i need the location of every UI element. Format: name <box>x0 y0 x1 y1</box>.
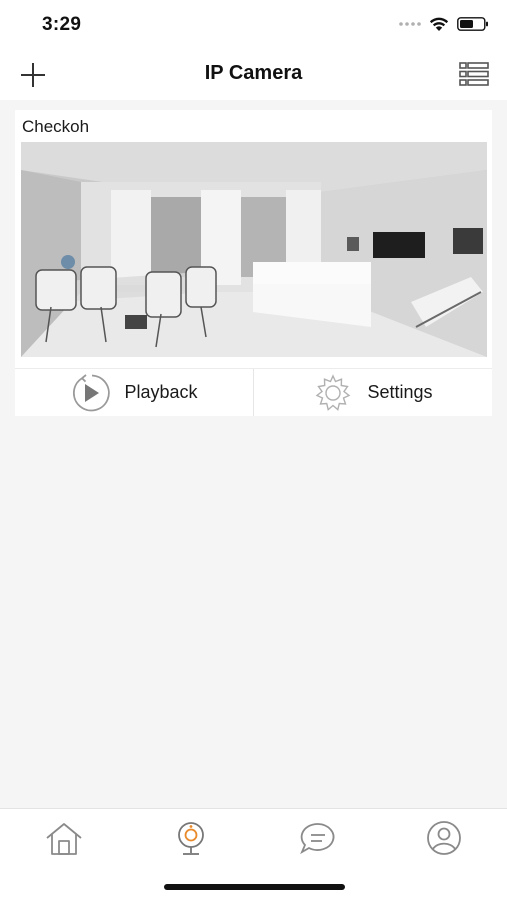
nav-bar: IP Camera <box>0 48 507 100</box>
wifi-icon <box>429 17 449 31</box>
list-view-button[interactable] <box>459 62 489 86</box>
camera-preview-image[interactable] <box>21 142 487 357</box>
home-indicator[interactable] <box>164 884 345 890</box>
tab-camera[interactable] <box>171 821 211 857</box>
settings-button[interactable]: Settings <box>254 369 492 416</box>
page-title: IP Camera <box>204 62 303 84</box>
settings-gear-icon <box>316 373 351 411</box>
home-icon <box>46 823 82 855</box>
tab-profile[interactable] <box>424 821 464 857</box>
signal-dots-icon <box>399 22 421 26</box>
message-icon <box>300 823 335 855</box>
status-bar: 3:29 <box>0 0 507 48</box>
playback-icon <box>73 373 111 411</box>
profile-icon <box>427 821 461 855</box>
battery-icon <box>457 17 488 31</box>
tab-messages[interactable] <box>298 821 338 857</box>
status-icons <box>399 16 489 32</box>
camera-name: Checkoh <box>22 117 90 136</box>
settings-label: Settings <box>367 382 433 402</box>
playback-button[interactable]: Playback <box>15 369 253 416</box>
playback-label: Playback <box>124 382 198 402</box>
camera-card: Checkoh Playback Settings <box>15 110 492 416</box>
tab-home[interactable] <box>44 821 84 857</box>
status-time: 3:29 <box>42 14 82 35</box>
camera-icon <box>178 822 204 855</box>
